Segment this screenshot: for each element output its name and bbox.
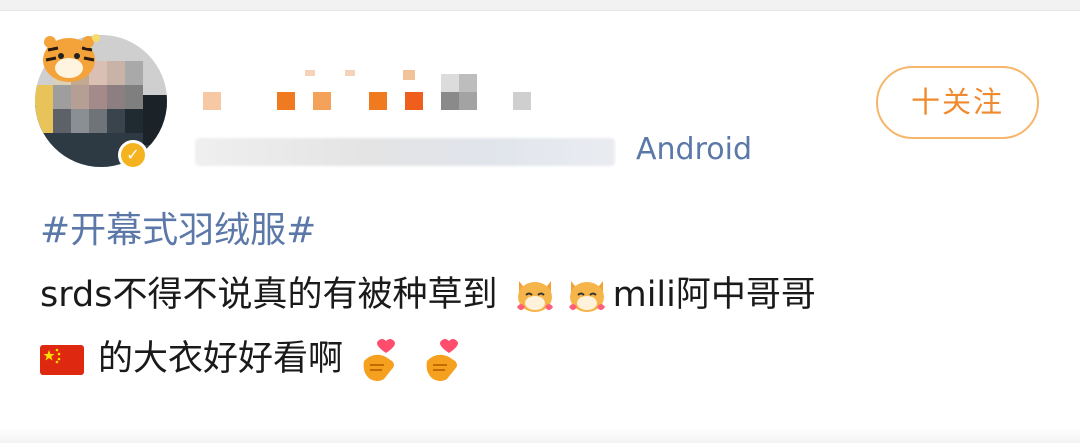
heart-hands-emoji (363, 339, 396, 381)
post-text-part: 的大衣好好看啊 (98, 339, 344, 379)
shiba-dog-emoji (568, 281, 605, 312)
topic-hashtag-link[interactable]: #开幕式羽绒服# (40, 206, 316, 256)
post-text-part: srds不得不说真的有被种草到 (40, 275, 498, 315)
username-redacted[interactable] (195, 62, 555, 122)
post-text-part: mili阿中哥哥 (612, 275, 816, 315)
china-flag-icon (40, 345, 84, 375)
post-text-line-1: srds不得不说真的有被种草到 mili阿中哥哥 (40, 270, 816, 320)
top-separator (0, 0, 1080, 11)
tiger-sticker-icon (43, 34, 100, 82)
bottom-edge (0, 428, 1080, 443)
meta-redacted (195, 138, 615, 166)
verified-badge-icon: ✓ (118, 140, 148, 170)
shiba-dog-emoji (516, 281, 553, 312)
heart-hands-emoji (426, 339, 459, 381)
post-meta: Android (195, 130, 795, 170)
post-source: Android (636, 132, 752, 167)
post-text-line-2: 的大衣好好看啊 (40, 334, 469, 384)
follow-button[interactable]: 十关注 (876, 66, 1039, 139)
